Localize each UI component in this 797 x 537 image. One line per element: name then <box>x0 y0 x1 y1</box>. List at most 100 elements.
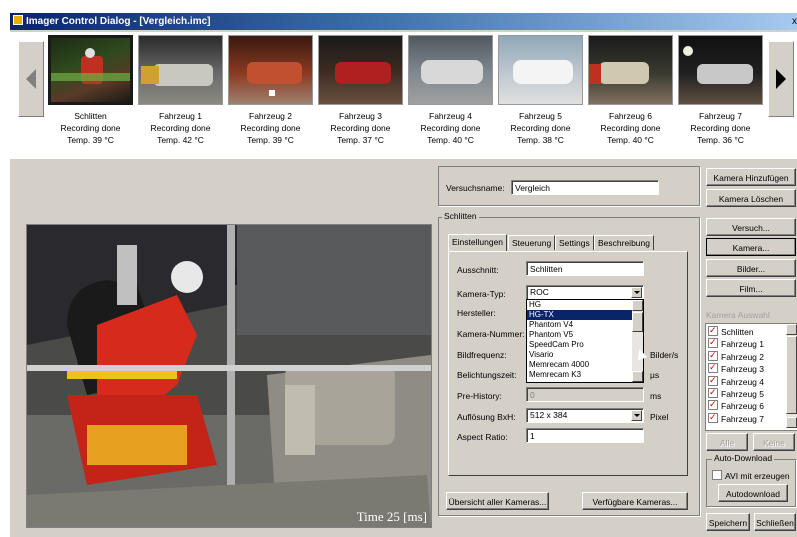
tab-steuerung[interactable]: Steuerung <box>508 235 556 250</box>
scroll-thumb[interactable] <box>632 312 643 332</box>
close-button[interactable]: Schließen <box>754 513 796 531</box>
dropdown-option[interactable]: Phantom V5 <box>527 330 643 340</box>
thumbnail-image <box>228 35 313 105</box>
hersteller-label: Hersteller: <box>457 308 496 318</box>
thumb-name: Fahrzeug 1 <box>159 111 202 121</box>
dropdown-scrollbar[interactable] <box>632 300 643 382</box>
thumbnail-image <box>318 35 403 105</box>
thumb-status: Recording done <box>600 123 661 133</box>
thumbnail-fahrzeug-3[interactable]: Fahrzeug 3 Recording done Temp. 37 °C <box>318 35 403 146</box>
tab-settings[interactable]: Settings <box>555 235 594 250</box>
checkbox-icon[interactable] <box>708 324 718 336</box>
scroll-left-button[interactable] <box>18 41 44 117</box>
select-all-button[interactable]: Alle <box>706 433 748 451</box>
dropdown-option[interactable]: SpeedCam Pro <box>527 340 643 350</box>
video-preview[interactable]: Time 25 [ms] <box>26 224 432 528</box>
thumb-temp: Temp. 37 °C <box>337 135 384 145</box>
kamera-button[interactable]: Kamera... <box>706 238 796 256</box>
dropdown-option[interactable]: Memrecam K3 <box>527 370 643 380</box>
versuch-button[interactable]: Versuch... <box>706 218 796 236</box>
camera-select-list[interactable]: Schlitten Fahrzeug 1 Fahrzeug 2 Fahrzeug… <box>705 323 797 431</box>
save-button[interactable]: Speichern <box>706 513 750 531</box>
camera-check-label: Fahrzeug 6 <box>721 401 764 412</box>
kamera-nummer-label: Kamera-Nummer: <box>457 329 525 339</box>
dropdown-option[interactable]: Visario <box>527 350 643 360</box>
tab-beschreibung[interactable]: Beschreibung <box>594 235 654 250</box>
thumbnail-image <box>48 35 133 105</box>
thumbnail-fahrzeug-4[interactable]: Fahrzeug 4 Recording done Temp. 40 °C <box>408 35 493 146</box>
select-none-button[interactable]: Keine <box>753 433 795 451</box>
thumbnail-fahrzeug-7[interactable]: Fahrzeug 7 Recording done Temp. 36 °C <box>678 35 763 146</box>
thumb-name: Fahrzeug 3 <box>339 111 382 121</box>
add-camera-button[interactable]: Kamera Hinzufügen <box>706 168 796 186</box>
checkbox-icon[interactable] <box>712 470 722 480</box>
available-cameras-button[interactable]: Verfügbare Kameras... <box>582 492 688 510</box>
chevron-down-icon[interactable] <box>631 287 642 298</box>
aufloesung-label: Auflösung BxH: <box>457 412 516 422</box>
prehistory-input[interactable] <box>526 387 644 402</box>
avi-checkbox-row[interactable]: AVI mit erzeugen <box>712 470 790 481</box>
ausschnitt-input[interactable] <box>526 261 644 276</box>
thumbnail-image <box>498 35 583 105</box>
test-name-input[interactable] <box>511 180 659 195</box>
thumb-name: Fahrzeug 7 <box>699 111 742 121</box>
dropdown-option[interactable]: HG <box>527 300 643 310</box>
app-icon <box>13 15 23 25</box>
thumb-status: Recording done <box>240 123 301 133</box>
thumbnail-fahrzeug-5[interactable]: Fahrzeug 5 Recording done Temp. 38 °C <box>498 35 583 146</box>
thumbnail-schlitten[interactable]: Schlitten Recording done Temp. 39 °C <box>48 35 133 146</box>
title-bar: Imager Control Dialog - [Vergleich.imc] … <box>10 13 797 30</box>
thumb-status: Recording done <box>150 123 211 133</box>
dropdown-option[interactable]: Phantom V4 <box>527 320 643 330</box>
auto-download-title: Auto-Download <box>712 453 775 463</box>
scroll-right-button[interactable] <box>768 41 794 117</box>
camera-check-label: Fahrzeug 1 <box>721 339 764 350</box>
camera-list-scrollbar[interactable] <box>786 324 797 428</box>
camera-checklist: Schlitten Fahrzeug 1 Fahrzeug 2 Fahrzeug… <box>708 324 764 425</box>
camera-check-item[interactable]: Fahrzeug 7 <box>708 411 764 425</box>
checkbox-icon[interactable] <box>708 349 718 361</box>
belichtung-label: Belichtungszeit: <box>457 370 517 380</box>
aufloesung-select[interactable]: 512 x 384 <box>526 408 644 423</box>
camera-check-label: Fahrzeug 7 <box>721 413 764 424</box>
checkbox-icon[interactable] <box>708 361 718 374</box>
thumbnail-fahrzeug-6[interactable]: Fahrzeug 6 Recording done Temp. 40 °C <box>588 35 673 146</box>
film-button[interactable]: Film... <box>706 279 796 297</box>
autodownload-button[interactable]: Autodownload <box>718 484 788 502</box>
checkbox-icon[interactable] <box>708 374 718 386</box>
thumbnail-image <box>588 35 673 105</box>
scroll-down-button[interactable] <box>786 417 797 428</box>
tab-einstellungen[interactable]: Einstellungen <box>448 234 508 251</box>
camera-check-label: Schlitten <box>721 327 754 337</box>
aufloesung-unit: Pixel <box>650 412 669 422</box>
scroll-thumb[interactable] <box>786 336 797 414</box>
kamera-typ-label: Kamera-Typ: <box>457 289 506 299</box>
aufloesung-value: 512 x 384 <box>530 410 568 420</box>
thumbnail-fahrzeug-1[interactable]: Fahrzeug 1 Recording done Temp. 42 °C <box>138 35 223 146</box>
camera-check-label: Fahrzeug 5 <box>721 389 764 400</box>
thumbnail-fahrzeug-2[interactable]: Fahrzeug 2 Recording done Temp. 39 °C <box>228 35 313 146</box>
bilder-button[interactable]: Bilder... <box>706 259 796 277</box>
overview-cameras-button[interactable]: Übersicht aller Kameras... <box>446 492 549 510</box>
thumb-status: Recording done <box>690 123 751 133</box>
thumb-temp: Temp. 36 °C <box>697 135 744 145</box>
scroll-down-button[interactable] <box>632 371 643 382</box>
dropdown-option[interactable]: Memrecam 4000 <box>527 360 643 370</box>
scroll-up-button[interactable] <box>786 324 797 335</box>
checkbox-icon[interactable] <box>708 336 718 349</box>
kamera-typ-select[interactable]: ROC <box>526 285 644 300</box>
chevron-down-icon[interactable] <box>631 410 642 421</box>
dropdown-option-selected[interactable]: HG-TX <box>527 310 643 320</box>
checkbox-icon[interactable] <box>708 398 718 411</box>
checkbox-icon[interactable] <box>708 411 718 423</box>
kamera-typ-dropdown-list[interactable]: HG HG-TX Phantom V4 Phantom V5 SpeedCam … <box>526 299 644 383</box>
imager-control-dialog: Imager Control Dialog - [Vergleich.imc] … <box>10 13 797 537</box>
thumb-name: Fahrzeug 4 <box>429 111 472 121</box>
thumb-name: Fahrzeug 6 <box>609 111 652 121</box>
delete-camera-button[interactable]: Kamera Löschen <box>706 189 796 207</box>
aspect-ratio-input[interactable] <box>526 428 644 443</box>
close-glyph[interactable]: x <box>792 13 797 30</box>
thumbnail-image <box>678 35 763 105</box>
scroll-up-button[interactable] <box>632 300 643 311</box>
checkbox-icon[interactable] <box>708 386 718 398</box>
